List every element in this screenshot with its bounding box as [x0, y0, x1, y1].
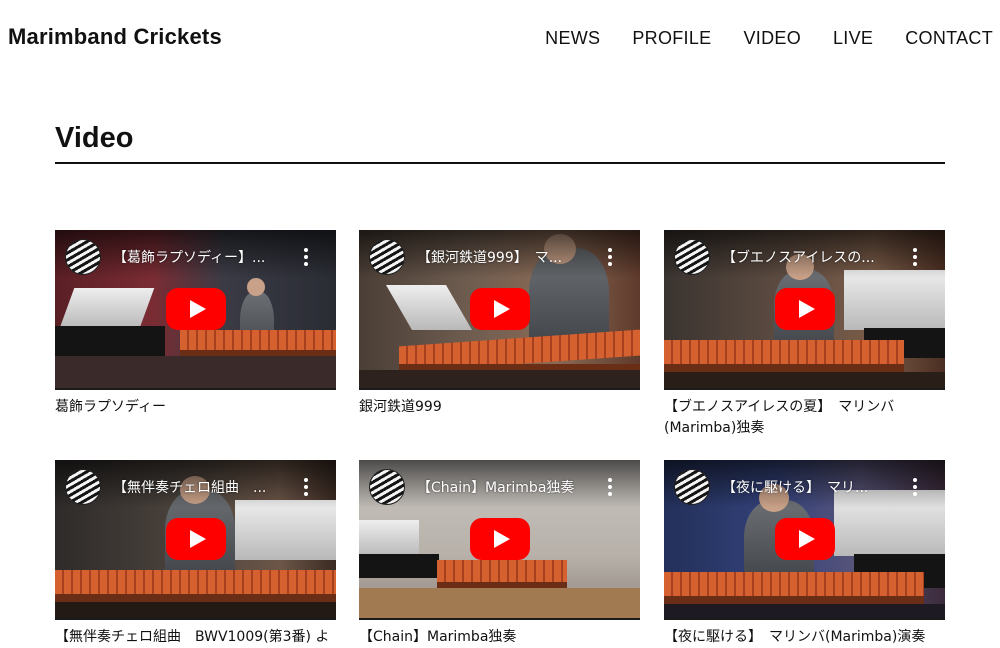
nav-contact[interactable]: CONTACT [905, 28, 993, 49]
more-vertical-icon[interactable] [608, 248, 612, 266]
nav-profile[interactable]: PROFILE [632, 28, 711, 49]
nav-live[interactable]: LIVE [833, 28, 873, 49]
video-overlay-title[interactable]: 【夜に駆ける】 マリ... [722, 477, 900, 497]
video-card: 【葛飾ラプソディー】... 葛飾ラプソディー [55, 230, 336, 418]
channel-avatar-icon[interactable] [65, 469, 101, 505]
more-vertical-icon[interactable] [608, 478, 612, 496]
channel-avatar-icon[interactable] [674, 239, 710, 275]
video-caption: 【夜に駆ける】 マリンバ(Marimba)演奏 [664, 629, 926, 645]
play-icon[interactable] [470, 518, 530, 560]
page-title: Video [55, 122, 134, 154]
channel-avatar-icon[interactable] [369, 239, 405, 275]
more-vertical-icon[interactable] [304, 478, 308, 496]
video-caption: 【無伴奏チェロ組曲 BWV1009(第3番) よ [55, 629, 330, 645]
more-vertical-icon[interactable] [913, 478, 917, 496]
nav-video[interactable]: VIDEO [743, 28, 801, 49]
channel-avatar-icon[interactable] [369, 469, 405, 505]
play-icon[interactable] [166, 518, 226, 560]
video-overlay-title[interactable]: 【ブエノスアイレスの... [722, 247, 900, 267]
video-overlay-title[interactable]: 【葛飾ラプソディー】... [113, 247, 291, 267]
video-embed[interactable]: 【Chain】Marimba独奏 [359, 460, 640, 620]
nav-news[interactable]: NEWS [545, 28, 600, 49]
video-card: 【夜に駆ける】 マリ... 【夜に駆ける】 マリンバ(Marimba)演奏 [664, 460, 945, 648]
main-nav: NEWS PROFILE VIDEO LIVE CONTACT [545, 28, 993, 49]
video-overlay-title[interactable]: 【Chain】Marimba独奏 [417, 477, 595, 497]
video-caption: 銀河鉄道999 [359, 399, 442, 415]
play-icon[interactable] [470, 288, 530, 330]
play-icon[interactable] [166, 288, 226, 330]
video-card: 【無伴奏チェロ組曲 ... 【無伴奏チェロ組曲 BWV1009(第3番) よ [55, 460, 336, 648]
video-card: 【銀河鉄道999】 マ... 銀河鉄道999 [359, 230, 640, 418]
channel-avatar-icon[interactable] [674, 469, 710, 505]
video-embed[interactable]: 【夜に駆ける】 マリ... [664, 460, 945, 620]
video-embed[interactable]: 【銀河鉄道999】 マ... [359, 230, 640, 390]
video-embed[interactable]: 【葛飾ラプソディー】... [55, 230, 336, 390]
video-caption: 【Chain】Marimba独奏 [359, 629, 517, 645]
play-icon[interactable] [775, 288, 835, 330]
video-caption: 葛飾ラプソディー [55, 399, 167, 415]
video-overlay-title[interactable]: 【銀河鉄道999】 マ... [417, 247, 595, 267]
video-overlay-title[interactable]: 【無伴奏チェロ組曲 ... [113, 477, 291, 497]
more-vertical-icon[interactable] [304, 248, 308, 266]
video-card: 【Chain】Marimba独奏 【Chain】Marimba独奏 [359, 460, 640, 648]
site-header: Marimband Crickets NEWS PROFILE VIDEO LI… [0, 0, 1000, 80]
play-icon[interactable] [775, 518, 835, 560]
more-vertical-icon[interactable] [913, 248, 917, 266]
video-card: 【ブエノスアイレスの... 【ブエノスアイレスの夏】 マリンバ(Marimba)… [664, 230, 945, 439]
video-embed[interactable]: 【ブエノスアイレスの... [664, 230, 945, 390]
heading-divider [55, 162, 945, 164]
channel-avatar-icon[interactable] [65, 239, 101, 275]
site-title[interactable]: Marimband Crickets [8, 24, 222, 50]
video-embed[interactable]: 【無伴奏チェロ組曲 ... [55, 460, 336, 620]
video-caption: 【ブエノスアイレスの夏】 マリンバ(Marimba)独奏 [664, 399, 895, 436]
